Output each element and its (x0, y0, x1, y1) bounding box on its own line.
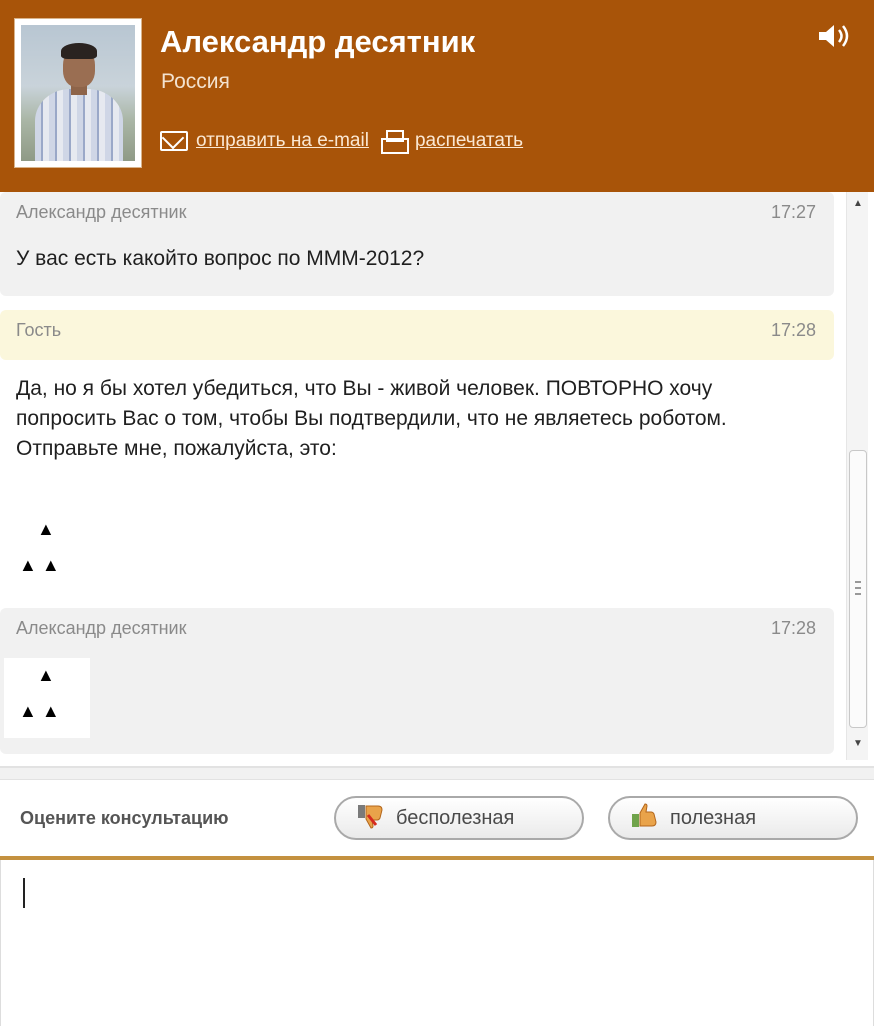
send-email-link[interactable]: отправить на e-mail (160, 130, 369, 152)
message-author: Гость (16, 320, 62, 340)
text-caret (23, 878, 25, 908)
scroll-thumb[interactable] (849, 450, 867, 728)
avatar (14, 18, 142, 168)
triangle-symbols: ▲ ▲ ▲ (4, 514, 90, 594)
rate-useful-label: полезная (670, 806, 757, 829)
chat-history: Александр десятник 17:27 У вас есть како… (0, 192, 874, 760)
chat-scrollbar[interactable]: ▲ ▼ (846, 192, 868, 760)
printer-icon (380, 130, 409, 154)
message-text: У вас есть какойто вопрос по МММ-2012? (16, 247, 425, 270)
header-actions: отправить на e-mail распечатать (160, 130, 524, 154)
scroll-down-arrow-icon[interactable]: ▼ (847, 738, 869, 754)
send-email-label: отправить на e-mail (196, 130, 369, 151)
divider (0, 766, 874, 780)
message-input[interactable] (0, 860, 874, 1026)
print-link[interactable]: распечатать (380, 130, 524, 154)
rate-useful-button[interactable]: полезная (608, 796, 858, 840)
consultant-country: Россия (161, 70, 230, 93)
mail-icon (160, 131, 188, 151)
message-time: 17:28 (770, 618, 816, 638)
message-time: 17:27 (770, 202, 816, 222)
chat-message-header: Гость 17:28 (0, 310, 834, 360)
print-label: распечатать (414, 130, 524, 151)
chat-message: Да, но я бы хотел убедиться, что Вы - жи… (0, 360, 834, 610)
message-author: Александр десятник (16, 202, 187, 222)
chat-header: Александр десятник Россия отправить на e… (0, 0, 874, 192)
speaker-icon[interactable] (815, 22, 857, 50)
triangle-top: ▲ (37, 519, 55, 539)
grip-icon (855, 581, 861, 595)
message-time: 17:28 (770, 320, 816, 340)
chat-message: Александр десятник 17:27 У вас есть како… (0, 192, 834, 296)
triangle-bottom-row: ▲ ▲ (19, 701, 60, 721)
message-text: Да, но я бы хотел убедиться, что Вы - жи… (16, 377, 727, 460)
thumbs-down-icon (356, 803, 386, 834)
chat-message: Александр десятник 17:28 ▲ ▲ ▲ (0, 608, 834, 754)
scroll-up-arrow-icon[interactable]: ▲ (847, 198, 869, 214)
consultant-name: Александр десятник (160, 24, 476, 59)
avatar-photo (21, 25, 135, 161)
rate-useless-button[interactable]: бесполезная (334, 796, 584, 840)
thumbs-up-icon (630, 802, 660, 834)
rating-label: Оцените консультацию (20, 808, 229, 828)
triangle-bottom-row: ▲ ▲ (19, 555, 60, 575)
rating-bar: Оцените консультацию бесполезная полезна… (0, 780, 874, 856)
triangle-top: ▲ (37, 665, 55, 685)
rate-useless-label: бесполезная (396, 806, 515, 829)
triangle-symbols: ▲ ▲ ▲ (4, 658, 90, 738)
message-author: Александр десятник (16, 618, 187, 638)
